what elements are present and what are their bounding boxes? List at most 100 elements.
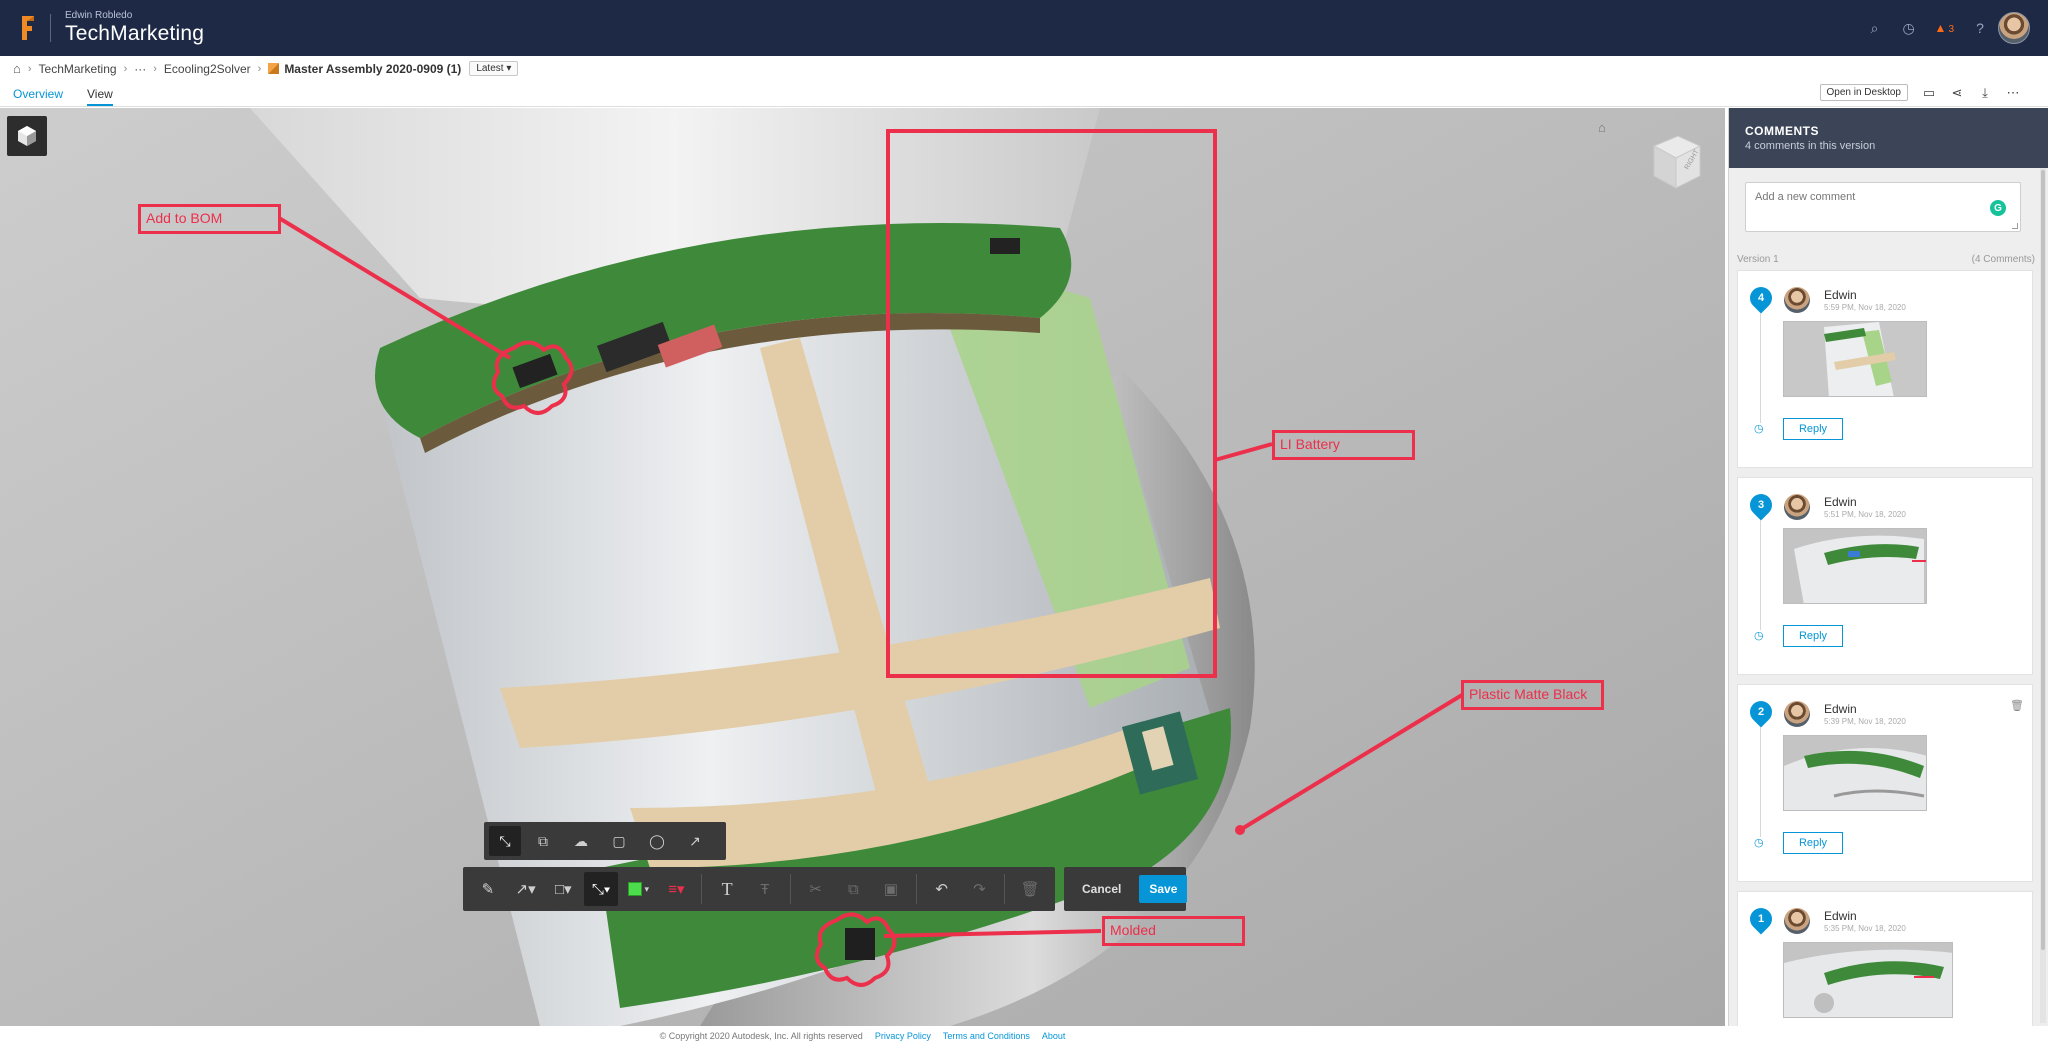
shape-subtoolbar: ⤡ ⧉ ☁ ▢ ◯ ↗ <box>484 822 726 860</box>
cancel-button[interactable]: Cancel <box>1072 876 1131 902</box>
thumbnail-render <box>1784 322 1926 396</box>
version-row: Version 1 (4 Comments) <box>1737 254 2035 265</box>
callout-circle-tool-button[interactable]: ◯ <box>641 826 673 856</box>
thread-line <box>1760 520 1761 630</box>
privacy-policy-link[interactable]: Privacy Policy <box>875 1031 931 1041</box>
callout-tool-button[interactable]: ⤡ <box>489 826 521 856</box>
thumbnail-render <box>1784 529 1926 603</box>
arrow-tool-button[interactable]: ↗▾ <box>509 872 543 906</box>
tab-view[interactable]: View <box>87 87 113 106</box>
markup-label-add-to-bom[interactable]: Add to BOM <box>138 204 281 234</box>
view-tabs: Overview View Open in Desktop ▭ ⋖ ⤓ ⋯ <box>0 81 2048 107</box>
comment-number: 2 <box>1757 706 1765 718</box>
version-select[interactable]: Latest ▾ <box>469 61 519 76</box>
comment-thumbnail[interactable] <box>1783 528 1927 604</box>
fusion-logo-icon[interactable] <box>20 14 36 42</box>
comment-card[interactable]: 3 Edwin 5:51 PM, Nov 18, 2020 ◷ Reply <box>1737 477 2033 675</box>
comment-icon[interactable]: ▭ <box>1922 85 1936 101</box>
notifications-button[interactable]: ▲ 3 <box>1935 19 1954 37</box>
team-name: TechMarketing <box>65 22 205 45</box>
grammarly-icon[interactable]: G <box>1990 200 2006 216</box>
team-switcher[interactable]: Edwin Robledo TechMarketing <box>65 10 204 46</box>
color-picker-button[interactable]: ▾ <box>622 872 656 906</box>
comment-thumbnail[interactable] <box>1783 735 1927 811</box>
chevron-right-icon: › <box>257 62 262 75</box>
search-icon[interactable]: ⌕ <box>1867 20 1883 37</box>
callout-tool-button-main[interactable]: ⤡▾ <box>584 872 618 906</box>
more-icon[interactable]: ⋯ <box>2006 85 2020 101</box>
paste-button[interactable]: ▣ <box>874 872 908 906</box>
breadcrumb-item-team[interactable]: TechMarketing <box>39 62 117 76</box>
comment-card[interactable]: 2 Edwin 5:39 PM, Nov 18, 2020 🗑 ◷ Reply <box>1737 684 2033 882</box>
thumbnail-render <box>1784 736 1926 810</box>
home-icon[interactable]: ⌂ <box>13 61 21 76</box>
markup-toolbar: ✎ ↗▾ □▾ ⤡▾ ▾ ≡▾ T Ŧ ✂ ⧉ ▣ ↶ ↷ 🗑 <box>463 867 1055 911</box>
assembly-icon <box>268 63 280 74</box>
avatar <box>1784 494 1810 520</box>
chevron-right-icon: › <box>123 62 128 75</box>
bell-icon: ▲ <box>1934 21 1947 35</box>
user-name: Edwin Robledo <box>65 10 133 21</box>
help-icon[interactable]: ? <box>1972 20 1988 36</box>
toolbar-divider <box>789 874 791 904</box>
reply-button[interactable]: Reply <box>1783 832 1843 854</box>
save-button[interactable]: Save <box>1139 875 1188 903</box>
copyright-text: © Copyright 2020 Autodesk, Inc. All righ… <box>659 1030 863 1041</box>
markup-label-molded[interactable]: Molded <box>1102 916 1245 946</box>
markup-label-li-battery[interactable]: LI Battery <box>1272 430 1415 460</box>
comment-card[interactable]: 4 Edwin 5:59 PM, Nov 18, 2020 ◷ Reply <box>1737 270 2033 468</box>
thumbnail-render <box>1784 943 1952 1017</box>
rectangle-tool-button[interactable]: □▾ <box>546 872 580 906</box>
undo-button[interactable]: ↶ <box>925 872 959 906</box>
open-in-desktop-button[interactable]: Open in Desktop <box>1819 84 1908 101</box>
trash-icon[interactable]: 🗑 <box>2010 699 2024 712</box>
comment-time: 5:39 PM, Nov 18, 2020 <box>1824 717 1906 726</box>
viewcube[interactable]: RIGHT <box>1648 132 1704 192</box>
reply-button[interactable]: Reply <box>1783 418 1843 440</box>
about-link[interactable]: About <box>1042 1031 1066 1041</box>
text-style-button[interactable]: Ŧ <box>748 872 782 906</box>
stroke-width-button[interactable]: ≡▾ <box>660 872 694 906</box>
callout-cloud-tool-button[interactable]: ☁ <box>565 826 597 856</box>
model-viewport[interactable]: ⌂ RIGHT Add to BOM LI Battery Plastic Ma… <box>0 108 1725 1026</box>
comment-card[interactable]: 1 Edwin 5:35 PM, Nov 18, 2020 <box>1737 891 2033 1026</box>
delete-markup-button[interactable]: 🗑 <box>1013 872 1047 906</box>
markup-label-plastic-matte-black[interactable]: Plastic Matte Black <box>1461 680 1604 710</box>
new-comment-placeholder: Add a new comment <box>1755 191 1856 203</box>
text-tool-button[interactable]: T <box>710 872 744 906</box>
cut-button[interactable]: ✂ <box>799 872 833 906</box>
color-swatch <box>628 882 643 896</box>
comment-number: 4 <box>1757 292 1765 304</box>
thread-line <box>1760 727 1761 837</box>
user-avatar[interactable] <box>1998 12 2030 44</box>
comments-subtitle: 4 comments in this version <box>1745 140 1876 152</box>
breadcrumb-item-more[interactable]: ··· <box>134 62 146 76</box>
chevron-right-icon: › <box>27 62 32 75</box>
resize-grip-icon[interactable] <box>2012 223 2018 229</box>
thread-line <box>1760 313 1761 423</box>
breadcrumb-item-project[interactable]: Ecooling2Solver <box>164 62 251 76</box>
clock-icon[interactable]: ◷ <box>1901 20 1917 37</box>
new-comment-input[interactable]: Add a new comment G <box>1745 182 2021 232</box>
comments-header: COMMENTS 4 comments in this version <box>1729 108 2048 168</box>
download-icon[interactable]: ⤓ <box>1978 85 1992 101</box>
comment-thumbnail[interactable] <box>1783 942 1953 1018</box>
comment-thumbnail[interactable] <box>1783 321 1927 397</box>
comments-scrollbar-thumb[interactable] <box>2041 170 2045 950</box>
footer: © Copyright 2020 Autodesk, Inc. All righ… <box>0 1026 1725 1045</box>
redo-button[interactable]: ↷ <box>963 872 997 906</box>
terms-link[interactable]: Terms and Conditions <box>943 1031 1030 1041</box>
file-actions: Open in Desktop ▭ ⋖ ⤓ ⋯ <box>1819 84 2021 101</box>
tab-overview[interactable]: Overview <box>13 87 63 106</box>
pencil-tool-button[interactable]: ✎ <box>471 872 505 906</box>
comment-author: Edwin <box>1824 288 1857 302</box>
copy-button[interactable]: ⧉ <box>836 872 870 906</box>
callout-box-tool-button[interactable]: ⧉ <box>527 826 559 856</box>
callout-square-tool-button[interactable]: ▢ <box>603 826 635 856</box>
model-browser-button[interactable] <box>7 116 47 156</box>
home-view-icon[interactable]: ⌂ <box>1598 120 1606 135</box>
callout-plain-tool-button[interactable]: ↗ <box>679 826 711 856</box>
avatar <box>1784 287 1810 313</box>
share-icon[interactable]: ⋖ <box>1950 85 1964 101</box>
reply-button[interactable]: Reply <box>1783 625 1843 647</box>
